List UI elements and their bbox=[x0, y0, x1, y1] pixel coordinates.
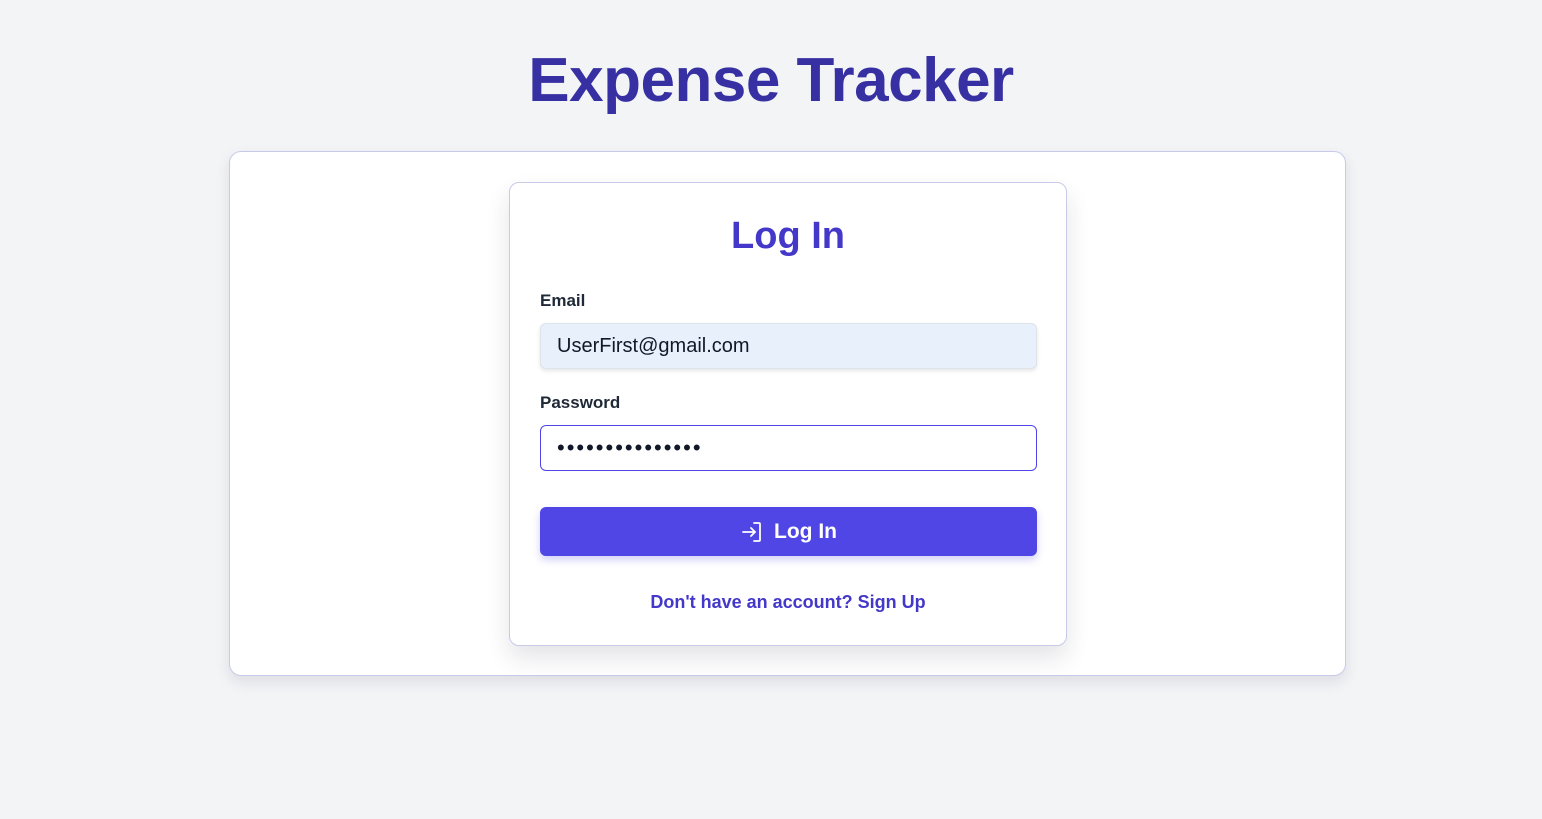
app-title: Expense Tracker bbox=[528, 46, 1014, 115]
login-button[interactable]: Log In bbox=[540, 507, 1037, 556]
login-button-label: Log In bbox=[774, 519, 837, 543]
email-label: Email bbox=[540, 291, 586, 310]
login-form: Log In Email Password Log In Don't have … bbox=[509, 182, 1067, 646]
login-arrow-icon bbox=[740, 520, 764, 544]
password-label: Password bbox=[540, 393, 621, 412]
email-field[interactable] bbox=[540, 323, 1037, 369]
login-heading: Log In bbox=[731, 215, 845, 257]
password-field[interactable] bbox=[540, 425, 1037, 471]
signup-link[interactable]: Don't have an account? Sign Up bbox=[510, 591, 1066, 613]
